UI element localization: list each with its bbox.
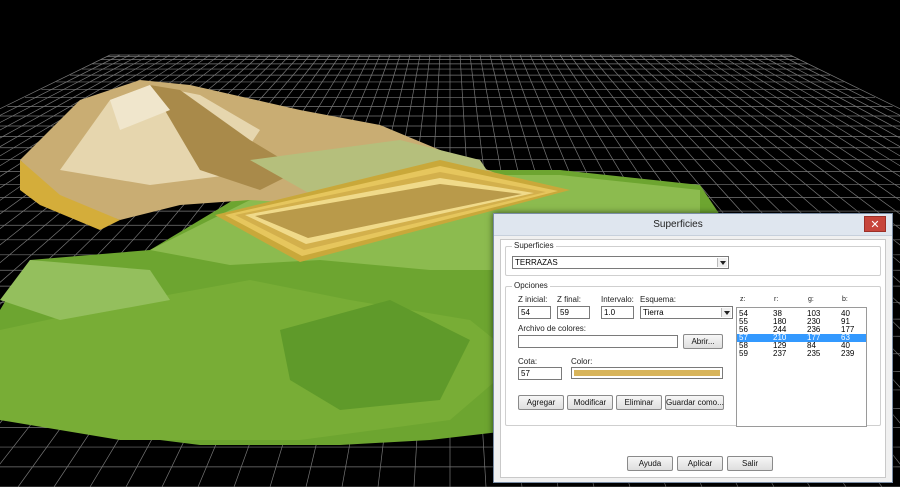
aplicar-button[interactable]: Aplicar (677, 456, 723, 471)
esquema-select[interactable]: Tierra (640, 306, 733, 319)
eliminar-button[interactable]: Eliminar (616, 395, 662, 410)
z-inicial-label: Z inicial: (518, 295, 548, 304)
color-label: Color: (571, 357, 593, 366)
superficies-select[interactable]: TERRAZAS (512, 256, 729, 269)
table-header: g: (808, 296, 814, 303)
cota-label: Cota: (518, 357, 538, 366)
archivo-colores-input[interactable] (518, 335, 678, 348)
salir-button[interactable]: Salir (727, 456, 773, 471)
guardar-como-button[interactable]: Guardar como... (665, 395, 724, 410)
color-swatch (574, 370, 720, 376)
opciones-group-legend: Opciones (512, 281, 550, 290)
table-header: b: (842, 296, 848, 303)
table-header: z: (740, 296, 746, 303)
superficies-group-legend: Superficies (512, 241, 556, 250)
superficies-dialog: Superficies ✕ Superficies TERRAZAS Opcio… (493, 213, 893, 483)
esquema-label: Esquema: (640, 295, 677, 304)
superficies-select-value: TERRAZAS (515, 258, 558, 267)
table-cell: 59 (739, 349, 748, 358)
archivo-colores-label: Archivo de colores: (518, 324, 587, 333)
dialog-client-area: Superficies TERRAZAS Opciones Z inicial:… (500, 239, 886, 478)
dialog-titlebar[interactable]: Superficies ✕ (494, 214, 892, 236)
table-header: r: (774, 296, 779, 303)
modificar-button[interactable]: Modificar (567, 395, 613, 410)
table-cell: 239 (841, 349, 855, 358)
intervalo-label: Intervalo: (601, 295, 634, 304)
table-cell: 237 (773, 349, 787, 358)
color-table[interactable]: 54 38 103 40 55 180 230 91 56 244 236 177 57 210 177 63… (736, 307, 867, 427)
close-button[interactable]: ✕ (864, 216, 886, 232)
abrir-button[interactable]: Abrir... (683, 334, 723, 349)
z-inicial-input[interactable]: 54 (518, 306, 551, 319)
agregar-button[interactable]: Agregar (518, 395, 564, 410)
table-cell: 235 (807, 349, 821, 358)
table-row[interactable]: 59 237 235 239 (737, 350, 866, 358)
cota-input[interactable]: 57 (518, 367, 562, 380)
intervalo-input[interactable]: 1.0 (601, 306, 634, 319)
ayuda-button[interactable]: Ayuda (627, 456, 673, 471)
opciones-group: Opciones Z inicial: 54 Z final: 59 Inter… (505, 281, 881, 427)
dialog-title: Superficies (653, 219, 703, 230)
color-picker[interactable] (571, 367, 723, 379)
superficies-group: Superficies TERRAZAS (505, 241, 881, 276)
chevron-down-icon[interactable] (721, 308, 731, 317)
z-final-label: Z final: (557, 295, 582, 304)
z-final-input[interactable]: 59 (557, 306, 590, 319)
chevron-down-icon[interactable] (717, 258, 727, 267)
esquema-select-value: Tierra (643, 308, 664, 317)
